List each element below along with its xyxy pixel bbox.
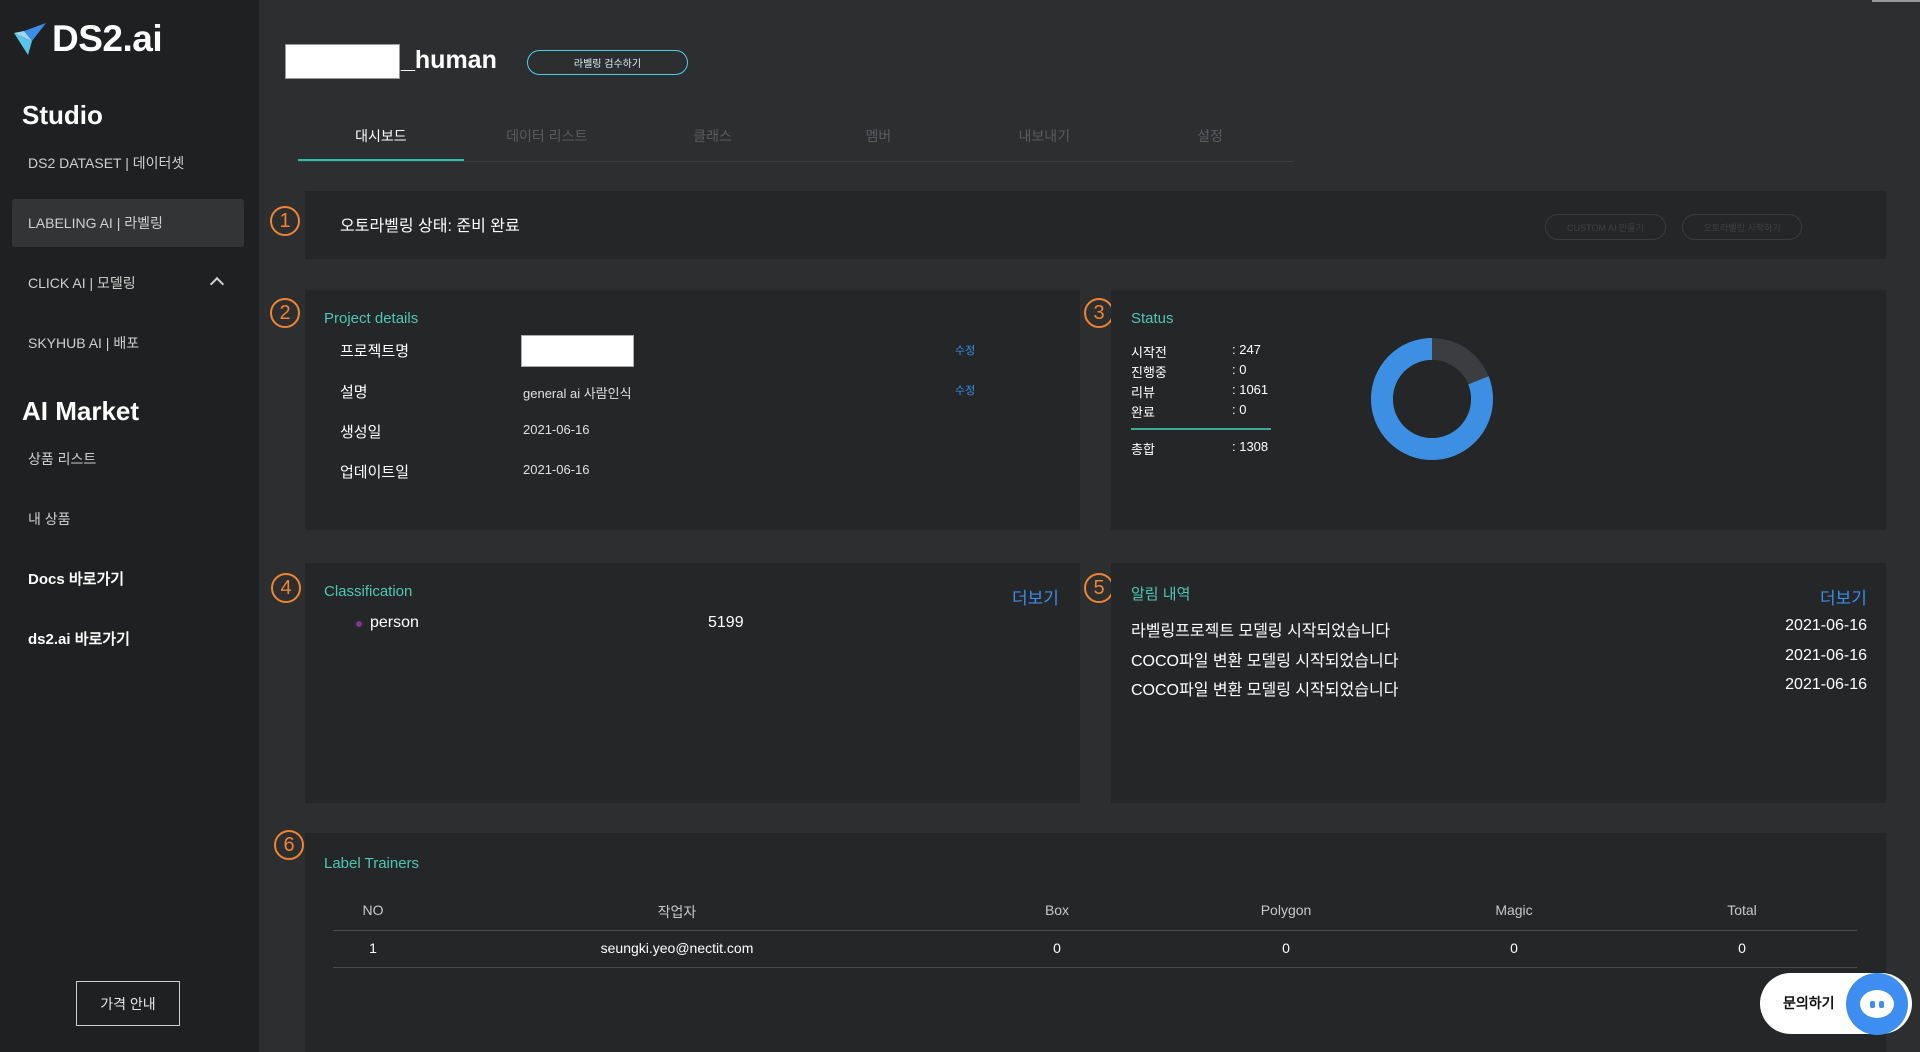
sidebar-item-clickai[interactable]: CLICK AI | 모델링 (12, 259, 244, 307)
alarm-item-3-date: 2021-06-16 (1785, 676, 1867, 693)
alarm-item-2-text: COCO파일 변환 모델링 시작되었습니다 (1131, 653, 1399, 670)
section-badge-6: 6 (274, 830, 304, 860)
detail-label-updated: 업데이트일 (340, 464, 410, 481)
status-value-total: : 1308 (1232, 439, 1269, 454)
col-header-worker: 작업자 (657, 904, 697, 920)
col-header-total: Total (1727, 902, 1757, 918)
detail-value-updated: 2021-06-16 (523, 462, 590, 477)
status-donut-chart (1371, 338, 1493, 460)
tab-members[interactable]: 멤버 (795, 120, 961, 161)
section-badge-1: 1 (270, 206, 300, 236)
sidebar-item-skyhub[interactable]: SKYHUB AI | 배포 (12, 319, 244, 367)
logo[interactable]: DS2.ai (12, 18, 163, 60)
autolabel-status: 오토라벨링 상태: 준비 완료 (340, 218, 520, 235)
status-divider (1131, 428, 1271, 430)
edit-description-link[interactable]: 수정 (955, 382, 975, 398)
tab-classes[interactable]: 클래스 (630, 120, 796, 161)
cell-magic: 0 (1510, 940, 1518, 956)
chat-bubble-icon (1860, 990, 1894, 1018)
section-badge-4: 4 (271, 573, 301, 603)
top-right-divider (1872, 0, 1920, 2)
chevron-up-icon[interactable] (209, 276, 225, 292)
cell-worker: seungki.yeo@nectit.com (600, 940, 754, 956)
logo-mark-icon (14, 23, 46, 55)
status-value-review: : 1061 (1232, 382, 1269, 397)
sidebar-item-product-list[interactable]: 상품 리스트 (12, 435, 244, 483)
detail-value-created: 2021-06-16 (523, 422, 590, 437)
alarm-item-2-date: 2021-06-16 (1785, 647, 1867, 664)
logo-text: DS2.ai (52, 18, 163, 59)
chat-icon-button[interactable] (1846, 973, 1908, 1035)
tab-bar: 대시보드 데이터 리스트 클래스 멤버 내보내기 설정 (298, 120, 1293, 162)
project-title-suffix: _human (401, 46, 497, 74)
status-value-done: : 0 (1232, 402, 1247, 417)
col-header-box: Box (1044, 902, 1070, 918)
review-labeling-button[interactable]: 라벨링 검수하기 (527, 50, 688, 75)
detail-label-description: 설명 (340, 384, 368, 401)
status-label-done: 완료 (1131, 405, 1155, 420)
project-details-title: Project details (324, 310, 419, 327)
alarms-title: 알림 내역 (1131, 586, 1191, 603)
cell-polygon: 0 (1282, 940, 1290, 956)
classification-more-link[interactable]: 더보기 (1012, 584, 1059, 609)
table-header-divider (333, 930, 1857, 931)
detail-label-project-name: 프로젝트명 (340, 343, 410, 360)
start-autolabel-button[interactable]: 오토라벨링 시작하기 (1682, 214, 1802, 240)
status-label-before: 시작전 (1131, 345, 1167, 360)
detail-value-description: general ai 사람인식 (523, 386, 632, 401)
class-color-dot (356, 621, 362, 627)
alarm-item-1-text: 라벨링프로젝트 모델링 시작되었습니다 (1131, 623, 1391, 640)
tab-data-list[interactable]: 데이터 리스트 (464, 120, 630, 161)
col-header-magic: Magic (1495, 902, 1533, 918)
status-value-in-progress: : 0 (1232, 362, 1247, 377)
sidebar: DS2.ai Studio DS2 DATASET | 데이터셋 LABELIN… (0, 0, 259, 1052)
sidebar-link-ds2ai[interactable]: ds2.ai 바로가기 (12, 614, 244, 662)
tab-export[interactable]: 내보내기 (961, 120, 1127, 161)
col-header-no: NO (362, 902, 384, 918)
sidebar-link-docs[interactable]: Docs 바로가기 (12, 554, 244, 602)
class-name: person (370, 614, 419, 631)
class-count: 5199 (708, 614, 744, 631)
section-badge-3: 3 (1084, 298, 1114, 328)
price-info-button[interactable]: 가격 안내 (76, 981, 180, 1026)
status-label-total: 총합 (1131, 442, 1155, 457)
sidebar-item-clickai-label: CLICK AI | 모델링 (28, 275, 136, 291)
edit-project-name-link[interactable]: 수정 (955, 342, 975, 358)
alarm-item-3-text: COCO파일 변환 모델링 시작되었습니다 (1131, 682, 1399, 699)
market-section-title: AI Market (22, 396, 140, 426)
custom-ai-button[interactable]: CUSTOM AI 만들기 (1545, 214, 1666, 240)
col-header-polygon: Polygon (1260, 902, 1312, 918)
section-badge-5: 5 (1084, 573, 1114, 603)
sidebar-item-my-products[interactable]: 내 상품 (12, 495, 244, 543)
project-name-value-redacted (521, 335, 634, 367)
tab-settings[interactable]: 설정 (1127, 120, 1293, 161)
cell-box: 0 (1053, 940, 1061, 956)
tab-dashboard[interactable]: 대시보드 (298, 120, 464, 161)
cell-no: 1 (369, 940, 377, 956)
project-name-redacted (285, 44, 400, 79)
trainers-title: Label Trainers (324, 855, 420, 872)
donut-hole (1393, 360, 1471, 438)
sidebar-item-labeling[interactable]: LABELING AI | 라벨링 (12, 199, 244, 247)
inquiry-label: 문의하기 (1783, 995, 1835, 1011)
studio-section-title: Studio (22, 100, 103, 130)
detail-label-created: 생성일 (340, 424, 382, 441)
status-value-before: : 247 (1232, 342, 1261, 357)
alarms-more-link[interactable]: 더보기 (1820, 584, 1867, 609)
section-badge-2: 2 (270, 298, 300, 328)
classification-title: Classification (324, 583, 413, 600)
status-label-in-progress: 진행중 (1131, 365, 1167, 380)
status-title: Status (1131, 310, 1174, 327)
status-panel (1111, 290, 1886, 530)
classification-panel (305, 563, 1080, 803)
sidebar-item-dataset[interactable]: DS2 DATASET | 데이터셋 (12, 139, 244, 187)
table-row-divider (333, 967, 1857, 968)
status-label-review: 리뷰 (1131, 385, 1155, 400)
cell-total: 0 (1738, 940, 1746, 956)
alarm-item-1-date: 2021-06-16 (1785, 617, 1867, 634)
project-details-panel (305, 290, 1080, 530)
